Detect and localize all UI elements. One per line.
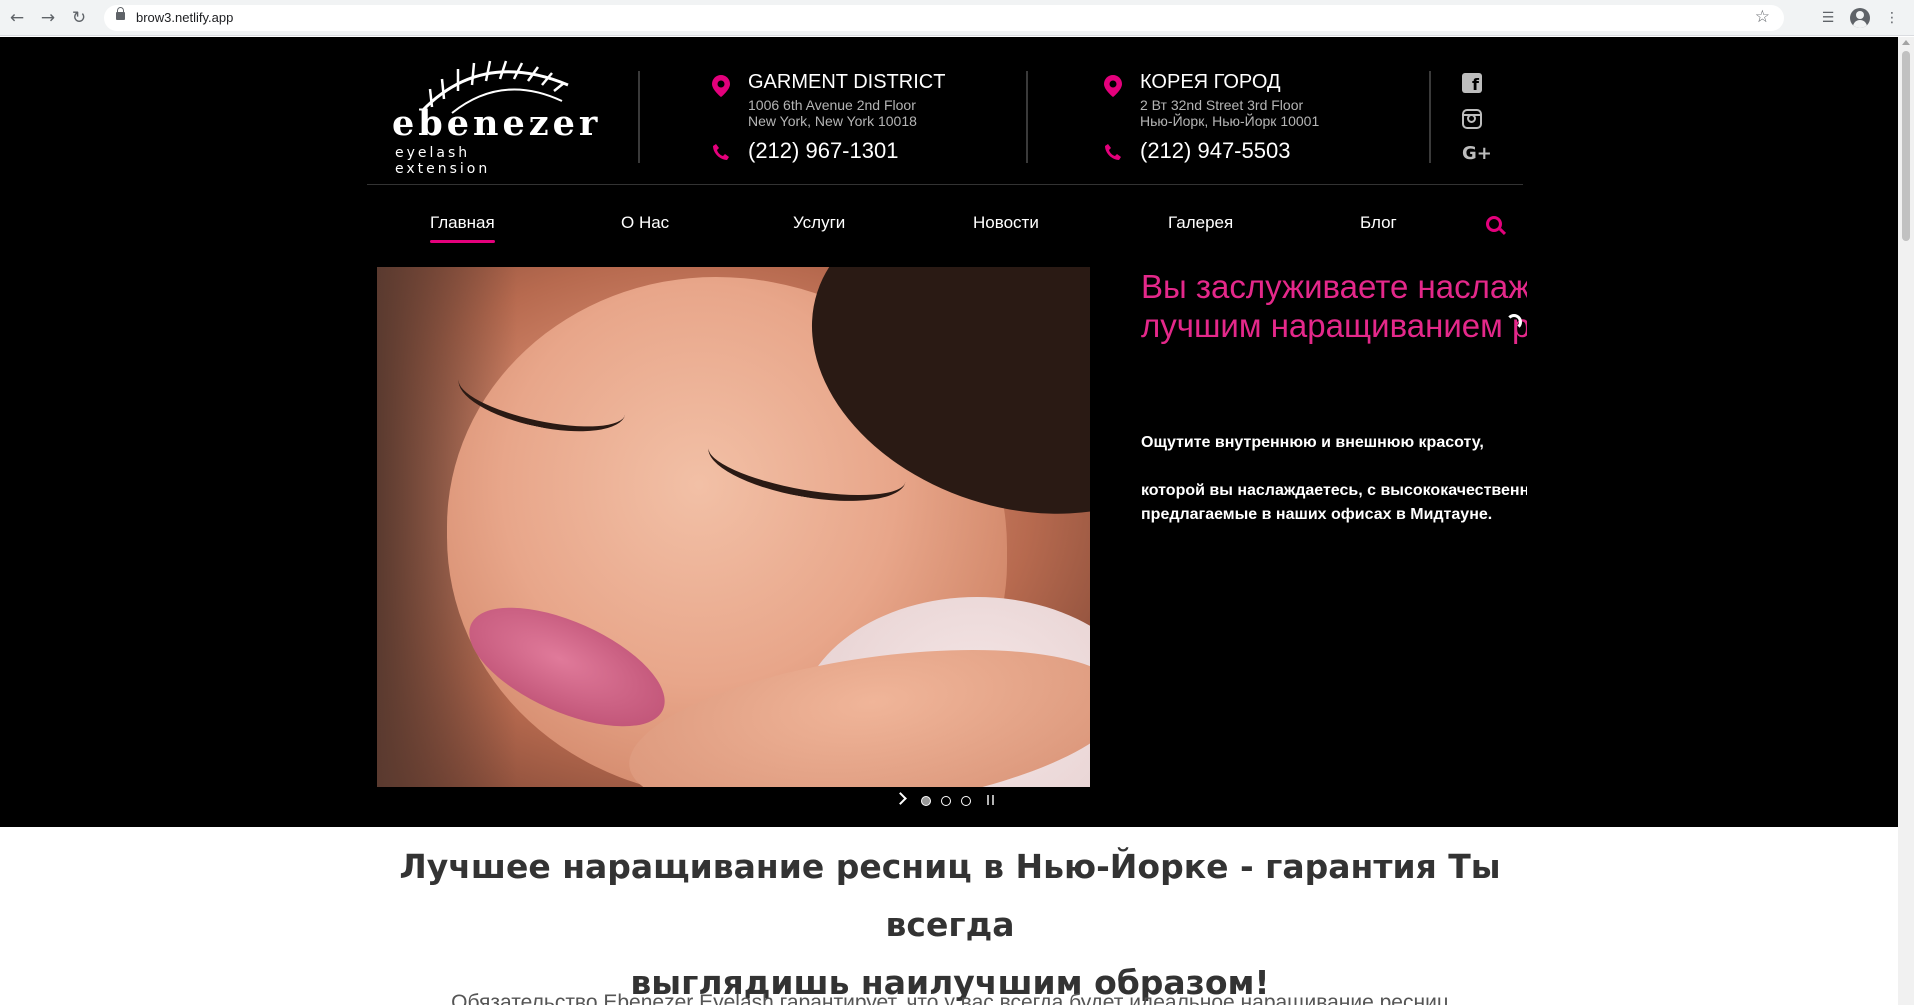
phone-icon bbox=[1105, 144, 1121, 160]
slider-pause-icon[interactable] bbox=[987, 795, 994, 805]
map-pin-icon bbox=[712, 75, 730, 97]
slider-dot[interactable] bbox=[961, 796, 971, 806]
google-plus-icon[interactable]: G+ bbox=[1462, 143, 1498, 167]
address-line: 2 Вт 32nd Street 3rd Floor bbox=[1140, 97, 1304, 113]
scroll-up-icon[interactable] bbox=[1902, 40, 1910, 45]
address-line: Нью-Йорк, Нью-Йорк 10001 bbox=[1140, 113, 1320, 129]
hero-section: ebenezer eyelash extension GARMENT DISTR… bbox=[0, 37, 1898, 827]
slider-image bbox=[377, 267, 1090, 787]
location-title: КОРЕЯ ГОРОД bbox=[1140, 71, 1281, 93]
reading-list-icon[interactable]: ☰ bbox=[1818, 8, 1838, 28]
page-headline: Лучшее наращивание ресниц в Нью-Йорке - … bbox=[360, 838, 1540, 1005]
browser-toolbar: ← → ↻ brow3.netlify.app ☆ ☰ ⋮ bbox=[0, 0, 1914, 36]
address-line: 1006 6th Avenue 2nd Floor bbox=[748, 97, 916, 113]
nav-item-services[interactable]: Услуги bbox=[793, 213, 845, 233]
slider-text: Вы заслуживаете наслаж лучшим наращивани… bbox=[1141, 267, 1527, 567]
slider-dot[interactable] bbox=[941, 796, 951, 806]
location-title: GARMENT DISTRICT bbox=[748, 71, 946, 93]
location-address: 1006 6th Avenue 2nd Floor New York, New … bbox=[748, 97, 917, 129]
profile-avatar-icon[interactable] bbox=[1850, 8, 1870, 28]
menu-kebab-icon[interactable]: ⋮ bbox=[1882, 8, 1902, 28]
map-pin-icon bbox=[1104, 75, 1122, 97]
slider-paragraph: которой вы наслаждаетесь, с высококачест… bbox=[1141, 482, 1527, 499]
nav-item-blog[interactable]: Блог bbox=[1360, 213, 1397, 233]
location-phone[interactable]: (212) 967-1301 bbox=[748, 138, 898, 164]
slider-next-icon[interactable] bbox=[894, 792, 907, 805]
header-separator bbox=[367, 184, 1523, 185]
scrollbar[interactable] bbox=[1898, 37, 1914, 1005]
location-address: 2 Вт 32nd Street 3rd Floor Нью-Йорк, Нью… bbox=[1140, 97, 1319, 129]
header-divider bbox=[638, 71, 640, 163]
logo-tagline: eyelash extension bbox=[395, 145, 491, 177]
location-phone[interactable]: (212) 947-5503 bbox=[1140, 138, 1290, 164]
reload-icon[interactable]: ↻ bbox=[68, 7, 90, 29]
slider-paragraph: Ощутите внутреннюю и внешнюю красоту, bbox=[1141, 434, 1484, 451]
bookmark-star-icon[interactable]: ☆ bbox=[1755, 7, 1770, 27]
lock-icon bbox=[116, 7, 125, 20]
search-icon[interactable] bbox=[1486, 216, 1502, 232]
slider-heading-line: Вы заслуживаете наслаж bbox=[1141, 268, 1527, 305]
back-icon[interactable]: ← bbox=[6, 7, 28, 29]
nav-item-home[interactable]: Главная bbox=[430, 213, 495, 243]
url-text[interactable]: brow3.netlify.app bbox=[136, 10, 233, 25]
intro-text: Обязательство Ebenezer Eyelash гарантиру… bbox=[451, 991, 1449, 1005]
nav-item-about[interactable]: О Нас bbox=[621, 213, 669, 233]
facebook-icon[interactable]: f bbox=[1462, 73, 1482, 93]
headline-line: Лучшее наращивание ресниц в Нью-Йорке - … bbox=[399, 847, 1501, 944]
slider-paragraph: предлагаемые в наших офисах в Мидтауне. bbox=[1141, 506, 1493, 523]
scrollbar-thumb[interactable] bbox=[1902, 51, 1910, 241]
loading-spinner-icon bbox=[1506, 314, 1522, 330]
phone-icon bbox=[713, 144, 729, 160]
address-bar[interactable]: brow3.netlify.app ☆ bbox=[104, 5, 1784, 31]
logo-wordmark: ebenezer bbox=[392, 103, 602, 144]
address-line: New York, New York 10018 bbox=[748, 113, 917, 129]
header-divider bbox=[1026, 71, 1028, 163]
site-logo[interactable]: ebenezer eyelash extension bbox=[392, 55, 597, 177]
slider-heading-line: лучшим наращиванием р bbox=[1141, 307, 1527, 344]
header-divider bbox=[1429, 71, 1431, 163]
nav-item-news[interactable]: Новости bbox=[973, 213, 1039, 233]
nav-item-gallery[interactable]: Галерея bbox=[1168, 213, 1233, 233]
forward-icon[interactable]: → bbox=[37, 7, 59, 29]
instagram-icon[interactable] bbox=[1462, 109, 1482, 129]
page: ebenezer eyelash extension GARMENT DISTR… bbox=[0, 37, 1898, 1005]
slider-dot[interactable] bbox=[921, 796, 931, 806]
